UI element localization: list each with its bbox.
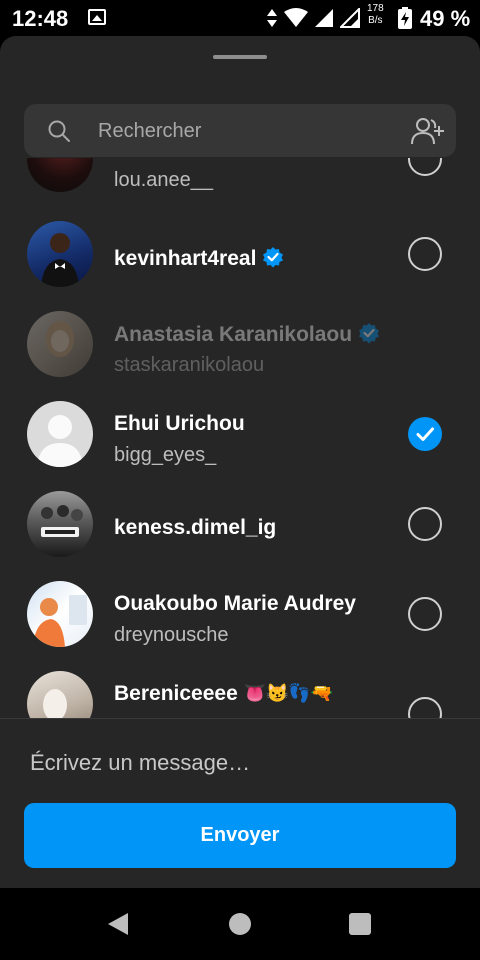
drag-handle[interactable] [213, 55, 267, 59]
select-radio[interactable] [408, 697, 442, 718]
status-bar: 12:48 178 B/s 49 % [0, 0, 480, 36]
avatar [27, 311, 93, 377]
network-speed: 178 B/s [367, 3, 384, 27]
avatar [27, 221, 93, 287]
composer-divider [0, 718, 480, 719]
home-icon[interactable] [229, 913, 251, 935]
contact-username: lou.anee__ [114, 169, 213, 191]
network-speed-unit: B/s [368, 15, 383, 26]
contact-name: kevinhart4real [114, 246, 284, 271]
contact-row-bigg-eyes[interactable]: Ehui Urichou bigg_eyes_ [0, 388, 480, 478]
contact-list: lou.anee__ kevinhart4real Anastasia Kara… [0, 158, 480, 718]
contact-row-staskaranikolaou: Anastasia Karanikolaou staskaranikolaou [0, 298, 480, 388]
select-radio[interactable] [408, 158, 442, 176]
back-icon[interactable] [108, 913, 128, 935]
contact-name: Ouakoubo Marie Audrey [114, 592, 356, 615]
contact-name: Ehui Urichou [114, 412, 245, 435]
send-button[interactable]: Envoyer [24, 803, 456, 868]
search-icon [48, 120, 70, 142]
contact-name: keness.dimel_ig [114, 516, 277, 539]
person-silhouette-icon [33, 595, 87, 647]
person-silhouette-icon [46, 321, 74, 357]
verified-badge-icon [359, 323, 380, 344]
verified-badge-icon [263, 247, 284, 268]
contact-row-lou-anee[interactable]: lou.anee__ [0, 158, 480, 203]
group-photo-icon [41, 505, 83, 537]
gallery-notification-icon [88, 9, 106, 25]
contact-name-text: Bereniceeee [114, 682, 238, 705]
avatar [27, 671, 93, 718]
contact-name: Anastasia Karanikolaou [114, 322, 380, 347]
contact-row-bereniceeee[interactable]: Bereniceeee 👅😼👣🔫 [0, 658, 480, 718]
status-icons [266, 7, 360, 29]
select-radio[interactable] [408, 507, 442, 541]
contact-username: staskaranikolaou [114, 354, 265, 376]
search-input[interactable] [96, 104, 400, 159]
signal-icon-2 [340, 8, 360, 28]
search-bar [24, 104, 456, 159]
network-speed-value: 178 [367, 3, 384, 14]
system-nav-bar [0, 888, 480, 960]
status-time: 12:48 [12, 6, 69, 31]
avatar [27, 401, 93, 467]
avatar [27, 158, 93, 192]
share-sheet: lou.anee__ kevinhart4real [0, 36, 480, 888]
contact-row-dreynousche[interactable]: Ouakoubo Marie Audrey dreynousche [0, 568, 480, 658]
recents-icon[interactable] [349, 913, 371, 935]
avatar [27, 491, 93, 557]
select-radio[interactable] [408, 597, 442, 631]
checkmark-icon [416, 427, 434, 441]
signal-icon [315, 9, 333, 27]
wifi-icon [284, 8, 308, 27]
person-silhouette-icon [43, 689, 67, 718]
contact-username: dreynousche [114, 624, 229, 646]
add-people-icon[interactable] [410, 116, 446, 146]
default-avatar-icon [37, 415, 83, 467]
message-input[interactable] [30, 740, 450, 786]
contact-name: Bereniceeee 👅😼👣🔫 [114, 682, 333, 706]
data-transfer-icon [267, 9, 277, 27]
contact-row-kevinhart4real[interactable]: kevinhart4real [0, 208, 480, 298]
contact-name-text: Anastasia Karanikolaou [114, 323, 353, 346]
person-silhouette-icon [41, 233, 79, 287]
select-radio-checked[interactable] [408, 417, 442, 451]
name-emojis: 👅😼👣🔫 [243, 683, 334, 703]
contact-username: bigg_eyes_ [114, 444, 217, 466]
battery-charging-icon [398, 7, 412, 29]
avatar [27, 581, 93, 647]
contact-row-keness-dimel-ig[interactable]: keness.dimel_ig [0, 478, 480, 568]
contact-name-text: kevinhart4real [114, 247, 257, 270]
battery-percent: 49 % [420, 6, 471, 31]
select-radio[interactable] [408, 237, 442, 271]
